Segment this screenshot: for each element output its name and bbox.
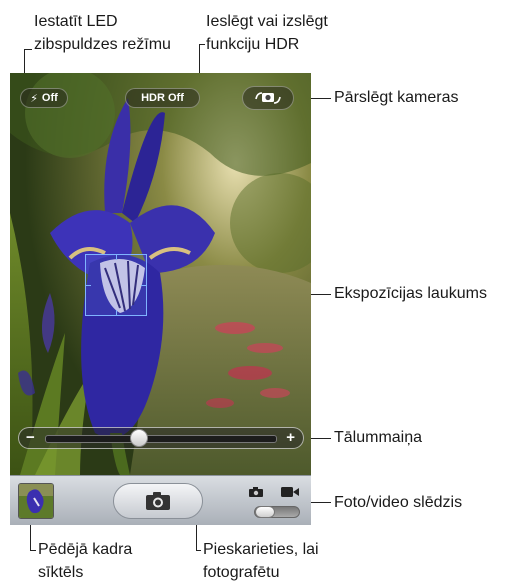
callout-flash-line2: zibspuldzes režīmu bbox=[34, 36, 171, 53]
lightning-bolt-icon: ⚡ bbox=[30, 92, 38, 105]
hdr-toggle-button[interactable]: HDR Off bbox=[125, 88, 200, 108]
callout-switch-camera: Pārslēgt kameras bbox=[334, 89, 459, 106]
callout-hdr-line1: Ieslēgt vai izslēgt bbox=[206, 13, 328, 30]
shutter-button[interactable] bbox=[113, 483, 203, 519]
exposure-area[interactable] bbox=[85, 254, 147, 316]
video-icon bbox=[281, 487, 299, 497]
thumbnail-image bbox=[19, 484, 53, 518]
exposure-tick-right bbox=[141, 285, 146, 286]
viewfinder-image bbox=[10, 73, 311, 525]
camera-screen: ⚡ Off HDR Off − + bbox=[10, 73, 311, 525]
callout-zoom: Tālummaiņa bbox=[334, 429, 423, 446]
leader-flash-h bbox=[24, 49, 32, 50]
zoom-minus-icon[interactable]: − bbox=[26, 428, 35, 448]
exposure-tick-bottom bbox=[116, 310, 117, 315]
hdr-label: HDR Off bbox=[141, 92, 184, 104]
flash-mode-label: Off bbox=[41, 92, 58, 104]
exposure-tick-left bbox=[86, 285, 91, 286]
callout-photo-video: Foto/video slēdzis bbox=[334, 494, 463, 511]
callout-last-frame-line2: sīktēls bbox=[38, 564, 84, 581]
zoom-slider[interactable]: − + bbox=[18, 427, 304, 449]
camera-top-bar: ⚡ Off HDR Off bbox=[10, 73, 311, 125]
callout-tap-line2: fotografētu bbox=[203, 564, 280, 581]
zoom-thumb[interactable] bbox=[129, 429, 148, 447]
callout-hdr-line2: funkciju HDR bbox=[206, 36, 300, 53]
callout-exposure: Ekspozīcijas laukums bbox=[334, 285, 487, 302]
switch-camera-button[interactable] bbox=[242, 86, 294, 110]
leader-hdr-h bbox=[199, 44, 205, 45]
callout-flash-line1: Iestatīt LED bbox=[34, 13, 118, 30]
photo-mode-camera-icon bbox=[249, 487, 263, 497]
flash-mode-button[interactable]: ⚡ Off bbox=[20, 88, 68, 108]
last-frame-thumbnail[interactable] bbox=[18, 483, 54, 519]
exposure-tick-top bbox=[116, 255, 117, 260]
camera-flip-icon bbox=[255, 92, 281, 104]
zoom-plus-icon[interactable]: + bbox=[286, 428, 295, 448]
leader-last-frame-h bbox=[30, 550, 36, 551]
callout-last-frame-line1: Pēdējā kadra bbox=[38, 541, 133, 558]
switch-knob[interactable] bbox=[255, 506, 275, 518]
leader-tap-h bbox=[196, 550, 201, 551]
callout-tap-line1: Pieskarieties, lai bbox=[203, 541, 319, 558]
photo-video-switch[interactable] bbox=[254, 506, 300, 518]
zoom-track bbox=[45, 435, 277, 443]
leader-flash-v bbox=[24, 49, 25, 75]
camera-icon bbox=[146, 492, 170, 510]
camera-bottom-bar bbox=[10, 475, 311, 525]
